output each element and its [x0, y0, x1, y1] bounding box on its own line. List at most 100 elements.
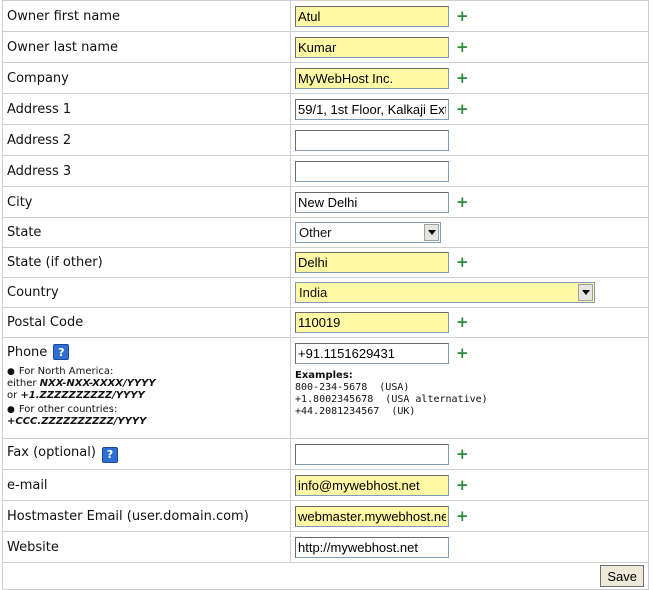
hostmaster-email-input[interactable]: [295, 505, 449, 527]
bullet-icon: ●: [7, 367, 15, 377]
form-row-hostmaster-email: Hostmaster Email (user.domain.com) +: [2, 500, 649, 532]
form-row-address3: Address 3: [2, 155, 649, 187]
field-label: Address 2: [2, 124, 291, 156]
help-icon[interactable]: ?: [53, 344, 70, 360]
form-row-city: City +: [2, 186, 649, 218]
field-label: State (if other): [2, 247, 291, 278]
field-cell: +: [290, 93, 649, 125]
field-cell: +: [290, 500, 649, 532]
field-cell: +: [290, 247, 649, 278]
postal-code-input[interactable]: [295, 312, 449, 333]
note-text: either: [7, 378, 40, 389]
help-icon[interactable]: ?: [101, 446, 118, 463]
phone-input[interactable]: [295, 343, 449, 364]
field-cell: +: [290, 438, 649, 470]
example-line: +44.2081234567 (UK): [295, 406, 416, 417]
plus-icon: +: [456, 444, 469, 463]
plus-icon: +: [456, 192, 469, 211]
plus-icon: +: [456, 506, 469, 525]
field-cell: [290, 531, 649, 563]
chevron-down-icon[interactable]: [578, 284, 593, 301]
plus-icon: +: [456, 475, 469, 494]
email-input[interactable]: [295, 474, 449, 496]
state-select-value: Other: [299, 225, 332, 240]
form-row-phone: Phone ? ● For North America: either NXX-N…: [2, 337, 649, 439]
form-row-address1: Address 1 +: [2, 93, 649, 125]
field-cell: +: [290, 62, 649, 94]
plus-icon: +: [456, 344, 469, 362]
field-cell: [290, 124, 649, 156]
bullet-icon: ●: [7, 405, 15, 415]
note-heading-other: For other countries:: [18, 404, 118, 415]
form-row-company: Company +: [2, 62, 649, 94]
field-cell: +: [290, 469, 649, 501]
note-format-na2: +1.ZZZZZZZZZZ/YYYY: [20, 390, 145, 401]
field-label: Hostmaster Email (user.domain.com): [2, 500, 291, 532]
field-label: Address 1: [2, 93, 291, 125]
field-cell: Other: [290, 217, 649, 248]
field-label: e-mail: [2, 469, 291, 501]
field-label: Owner first name: [2, 0, 291, 32]
field-label: City: [2, 186, 291, 218]
field-label: Fax (optional): [7, 445, 96, 461]
address3-input[interactable]: [295, 160, 449, 182]
field-label: Postal Code: [2, 307, 291, 338]
examples-title: Examples:: [295, 370, 353, 381]
form-row-state-other: State (if other) +: [2, 247, 649, 278]
field-label: State: [2, 217, 291, 248]
field-label: Phone: [7, 344, 48, 360]
chevron-down-icon[interactable]: [424, 224, 439, 241]
website-input[interactable]: [295, 536, 449, 558]
example-line: +1.8002345678 (USA alternative): [295, 394, 488, 405]
field-label: Owner last name: [2, 31, 291, 63]
field-label: Website: [2, 531, 291, 563]
form-row-postal-code: Postal Code +: [2, 307, 649, 338]
state-select[interactable]: Other: [295, 222, 441, 243]
actions-cell: Save: [2, 562, 649, 590]
plus-icon: +: [456, 37, 469, 56]
plus-icon: +: [456, 313, 469, 331]
form-row-state: State Other: [2, 217, 649, 248]
field-cell: + Examples: 800-234-5678 (USA) +1.800234…: [290, 337, 649, 439]
form-row-email: e-mail +: [2, 469, 649, 501]
plus-icon: +: [456, 99, 469, 118]
field-cell: +: [290, 31, 649, 63]
company-input[interactable]: [295, 67, 449, 89]
field-cell: +: [290, 307, 649, 338]
form-row-fax: Fax (optional)? +: [2, 438, 649, 470]
form-row-website: Website: [2, 531, 649, 563]
field-cell: [290, 155, 649, 187]
note-text: or: [7, 390, 21, 401]
country-select-value: India: [299, 285, 328, 300]
plus-icon: +: [456, 68, 469, 87]
owner-first-name-input[interactable]: [295, 5, 449, 27]
country-select[interactable]: India: [295, 282, 595, 303]
field-cell: +: [290, 0, 649, 32]
form-row-first-name: Owner first name +: [2, 0, 649, 32]
address1-input[interactable]: [295, 98, 449, 120]
plus-icon: +: [456, 253, 469, 271]
city-input[interactable]: [295, 191, 449, 213]
state-other-input[interactable]: [295, 252, 449, 273]
fax-label-cell: Fax (optional)?: [2, 438, 291, 470]
note-heading-na: For North America:: [18, 366, 114, 377]
field-label: Address 3: [2, 155, 291, 187]
address2-input[interactable]: [295, 129, 449, 151]
example-line: 800-234-5678 (USA): [295, 382, 410, 393]
phone-examples: Examples: 800-234-5678 (USA) +1.80023456…: [295, 370, 648, 418]
form-row-address2: Address 2: [2, 124, 649, 156]
fax-input[interactable]: [295, 443, 449, 465]
form-row-actions: Save: [2, 562, 649, 590]
field-cell: India: [290, 277, 649, 308]
field-label: Country: [2, 277, 291, 308]
note-format-na1: NXX-NXX-XXXX/YYYY: [39, 378, 156, 389]
owner-contact-form: Owner first name + Owner last name + Com…: [2, 0, 649, 590]
form-row-last-name: Owner last name +: [2, 31, 649, 63]
field-label: Company: [2, 62, 291, 94]
owner-last-name-input[interactable]: [295, 36, 449, 58]
save-button[interactable]: Save: [600, 565, 644, 587]
note-format-other: +CCC.ZZZZZZZZZZ/YYYY: [7, 416, 147, 427]
plus-icon: +: [456, 6, 469, 25]
phone-format-notes: ● For North America: either NXX-NXX-XXXX/…: [7, 366, 290, 428]
form-row-country: Country India: [2, 277, 649, 308]
